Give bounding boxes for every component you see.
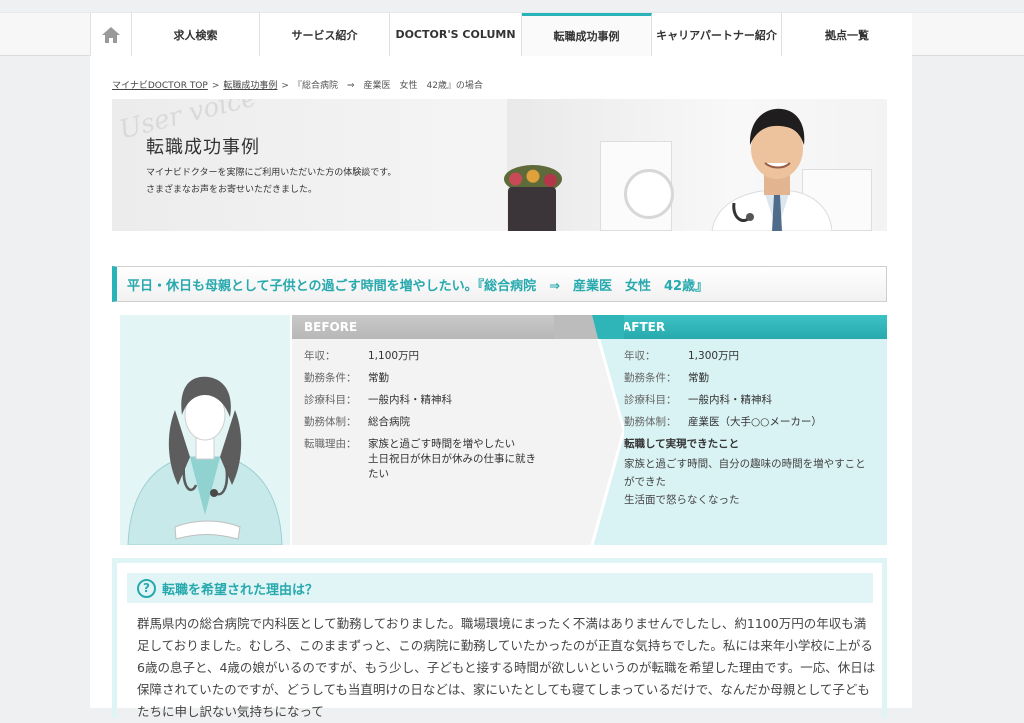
hero-description: マイナビドクターを実際にご利用いただいた方の体験談です。 さまざまなお声をお寄せ… — [146, 165, 396, 199]
nav-item-label: 転職成功事例 — [553, 30, 620, 43]
reason-body-text: 群馬県内の総合病院で内科医として勤務しておりました。職場環境にまったく不満はあり… — [137, 616, 876, 719]
after-achievement-heading: 転職して実現できたこと — [624, 438, 740, 450]
breadcrumb: マイナビDOCTOR TOP > 転職成功事例 > 『総合病院 ⇒ 産業医 女性 42歳… — [112, 78, 483, 91]
before-heading: BEFORE — [292, 315, 592, 339]
detail-value: 産業医（大手○○メーカー） — [688, 416, 822, 428]
before-panel: BEFORE 年収： 1,100万円 勤務条件： 常勤 診療科目： 一般内科・精神科 … — [292, 315, 592, 545]
detail-row: 年収： 1,100万円 — [304, 349, 546, 364]
detail-row: 診療科目： 一般内科・精神科 — [624, 393, 872, 408]
hero-banner: User voice 転職成功事例 マイナビドクターを実際にご利用いただいた方の… — [112, 99, 887, 231]
breadcrumb-separator: > — [281, 81, 289, 91]
nav-item-success-stories[interactable]: 転職成功事例 — [522, 13, 652, 56]
detail-key: 年収： — [304, 350, 336, 362]
hero-desc-line: さまざまなお声をお寄せいただきました。 — [146, 185, 318, 195]
detail-key: 勤務条件： — [304, 372, 357, 384]
nav-item-career-partners[interactable]: キャリアパートナー紹介 — [652, 13, 782, 56]
nav-home-button[interactable] — [90, 13, 132, 56]
before-details: 年収： 1,100万円 勤務条件： 常勤 診療科目： 一般内科・精神科 勤務体制： 総合… — [304, 349, 546, 489]
nav-item-label: キャリアパートナー紹介 — [656, 28, 777, 42]
female-doctor-illustration — [127, 376, 283, 545]
detail-row: 勤務体制： 産業医（大手○○メーカー） — [624, 415, 872, 430]
case-heading-text: 平日・休日も母親として子供との過ごす時間を増やしたい。『総合病院 ⇒ 産業医 女… — [127, 278, 709, 294]
breadcrumb-link-top[interactable]: マイナビDOCTOR TOP — [112, 81, 208, 91]
detail-row: 勤務条件： 常勤 — [304, 371, 546, 386]
detail-value: 家族と過ごす時間を増やしたい 土日祝日が休日が休みの仕事に就きたい — [368, 438, 536, 480]
home-icon — [102, 26, 120, 43]
nav-item-services[interactable]: サービス紹介 — [260, 13, 390, 56]
hero-desc-line: マイナビドクターを実際にご利用いただいた方の体験談です。 — [146, 168, 397, 178]
detail-key: 転職理由： — [304, 438, 357, 450]
nav-item-label: 求人検索 — [173, 28, 218, 42]
question-icon: ? — [137, 578, 156, 598]
detail-key: 勤務条件： — [624, 372, 677, 384]
nav-item-locations[interactable]: 拠点一覧 — [782, 13, 912, 56]
nav-item-doctors-column[interactable]: DOCTOR'S COLUMN — [390, 13, 522, 56]
detail-key: 年収： — [624, 350, 656, 362]
detail-value: 1,300万円 — [688, 350, 740, 362]
doctor-photo — [711, 108, 832, 231]
reason-heading: ? 転職を希望された理由は？ — [127, 573, 873, 603]
after-heading: AFTER — [592, 315, 887, 339]
nav-item-label: サービス紹介 — [291, 28, 358, 42]
detail-key: 診療科目： — [304, 394, 357, 406]
detail-value: 一般内科・精神科 — [368, 394, 452, 406]
global-nav: 求人検索 サービス紹介 DOCTOR'S COLUMN 転職成功事例 キャリアパ… — [90, 13, 912, 56]
detail-value: 1,100万円 — [368, 350, 420, 362]
after-panel: AFTER 年収： 1,300万円 勤務条件： 常勤 診療科目： 一般内科・精神科 勤… — [592, 315, 887, 545]
detail-key: 勤務体制： — [624, 416, 677, 428]
case-heading: 平日・休日も母親として子供との過ごす時間を増やしたい。『総合病院 ⇒ 産業医 女… — [112, 266, 887, 302]
detail-value: 一般内科・精神科 — [688, 394, 772, 406]
page-content: マイナビDOCTOR TOP > 転職成功事例 > 『総合病院 ⇒ 産業医 女性 42歳… — [90, 56, 912, 719]
before-after-comparison: BEFORE 年収： 1,100万円 勤務条件： 常勤 診療科目： 一般内科・精神科 … — [120, 315, 887, 545]
nav-item-label: 拠点一覧 — [825, 28, 869, 42]
detail-row: 診療科目： 一般内科・精神科 — [304, 393, 546, 408]
detail-row: 勤務条件： 常勤 — [624, 371, 872, 386]
nav-item-label: DOCTOR'S COLUMN — [395, 28, 516, 41]
nav-item-job-search[interactable]: 求人検索 — [132, 13, 260, 56]
detail-row: 勤務体制： 総合病院 — [304, 415, 546, 430]
detail-row: 年収： 1,300万円 — [624, 349, 872, 364]
detail-key: 診療科目： — [624, 394, 677, 406]
breadcrumb-current: 『総合病院 ⇒ 産業医 女性 42歳』の場合 — [292, 81, 483, 91]
chevron-arrow-icon — [554, 315, 624, 545]
detail-value: 総合病院 — [368, 416, 410, 428]
breadcrumb-link-success-stories[interactable]: 転職成功事例 — [223, 81, 277, 91]
page-title: 転職成功事例 — [146, 137, 260, 158]
after-details: 年収： 1,300万円 勤務条件： 常勤 診療科目： 一般内科・精神科 勤務体制： 産業… — [624, 349, 872, 509]
reason-title: 転職を希望された理由は？ — [162, 582, 319, 598]
top-navigation: 求人検索 サービス紹介 DOCTOR'S COLUMN 転職成功事例 キャリアパ… — [0, 12, 1024, 56]
vase — [508, 187, 556, 231]
detail-value: 常勤 — [368, 372, 389, 384]
wall-clock — [624, 169, 674, 219]
doctor-illustration — [120, 315, 290, 545]
after-achievement-text: 家族と過ごす時間、自分の趣味の時間を増やすことができた 生活面で怒らなくなった — [624, 458, 866, 506]
breadcrumb-separator: > — [211, 81, 220, 91]
detail-row: 転職理由： 家族と過ごす時間を増やしたい 土日祝日が休日が休みの仕事に就きたい — [304, 437, 546, 482]
detail-value: 常勤 — [688, 372, 709, 384]
reason-section: ? 転職を希望された理由は？ 群馬県内の総合病院で内科医として勤務しておりました… — [112, 558, 887, 719]
detail-key: 勤務体制： — [304, 416, 357, 428]
